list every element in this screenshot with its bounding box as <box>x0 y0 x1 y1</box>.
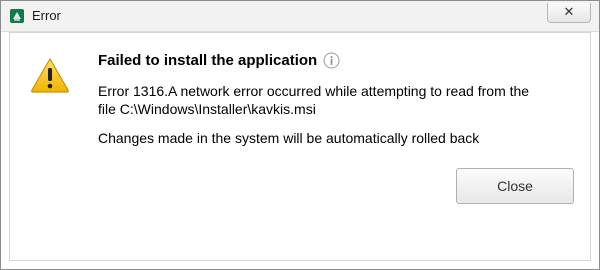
warning-icon <box>31 58 69 93</box>
window-close-button[interactable]: ✕ <box>547 3 591 23</box>
error-message-line-2: file C:\Windows\Installer\kavkis.msi <box>98 101 316 117</box>
window-title: Error <box>32 8 61 23</box>
dialog-heading: Failed to install the application <box>98 52 340 69</box>
error-dialog-window: Error ✕ Failed to install the applicatio… <box>0 0 600 270</box>
error-message: Error 1316.A network error occurred whil… <box>98 82 578 118</box>
app-icon <box>10 9 24 23</box>
title-bar[interactable]: Error ✕ <box>1 1 599 32</box>
close-icon: ✕ <box>563 4 575 19</box>
close-button-label: Close <box>497 178 533 194</box>
error-message-line-1: Error 1316.A network error occurred whil… <box>98 83 530 99</box>
heading-text: Failed to install the application <box>98 52 318 69</box>
info-icon[interactable] <box>323 52 340 69</box>
close-button[interactable]: Close <box>456 168 574 204</box>
dialog-content: Failed to install the application Error … <box>9 32 591 261</box>
rollback-notice: Changes made in the system will be autom… <box>98 130 480 146</box>
